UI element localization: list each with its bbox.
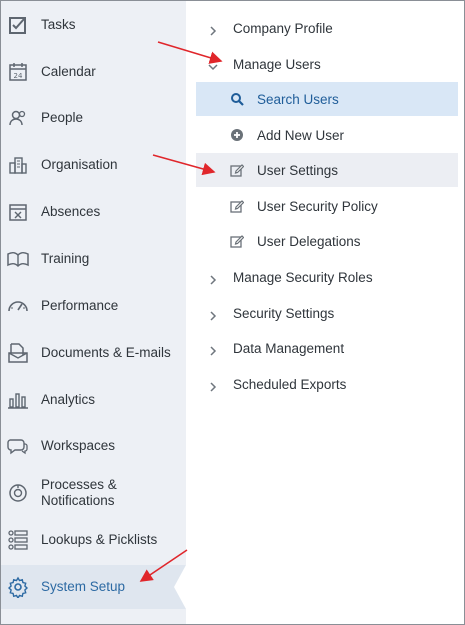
sidebar-item-analytics[interactable]: Analytics (1, 382, 186, 418)
processes-icon (6, 481, 30, 505)
submenu-add-new-user[interactable]: Add New User (196, 118, 458, 152)
people-icon (6, 106, 30, 130)
sidebar-item-calendar[interactable]: 24 Calendar (1, 54, 186, 90)
edit-icon (230, 234, 244, 248)
submenu-label: Add New User (257, 127, 345, 143)
sidebar-item-label: Performance (41, 298, 119, 313)
documents-icon (6, 341, 30, 365)
sidebar-item-training[interactable]: Training (1, 241, 186, 277)
submenu-user-security-policy[interactable]: User Security Policy (196, 189, 458, 223)
menu-label: Security Settings (233, 305, 335, 321)
sidebar-item-label: Documents & E-mails (41, 345, 171, 360)
submenu-label: User Settings (257, 162, 339, 178)
submenu-search-users[interactable]: Search Users (196, 82, 458, 116)
submenu-user-delegations[interactable]: User Delegations (196, 224, 458, 258)
menu-label: Manage Users (233, 56, 321, 72)
app-window: Tasks 24 Calendar People Organisation Ab… (0, 0, 465, 625)
chevron-right-icon (208, 379, 218, 392)
sidebar-item-label: Workspaces (41, 438, 116, 453)
gauge-icon (6, 294, 30, 318)
sidebar-item-label: Lookups & Picklists (41, 532, 158, 547)
chevron-down-icon (208, 59, 218, 71)
menu-label: Manage Security Roles (233, 269, 373, 285)
sidebar-item-organisation[interactable]: Organisation (1, 147, 186, 183)
bar-chart-icon (6, 388, 30, 412)
search-icon (230, 92, 244, 106)
edit-icon (230, 199, 244, 213)
submenu-label: User Delegations (257, 233, 361, 249)
organisation-icon (6, 153, 30, 177)
menu-data-management[interactable]: Data Management (196, 331, 458, 365)
submenu-label: Search Users (257, 91, 339, 107)
submenu-user-settings[interactable]: User Settings (196, 153, 458, 187)
sidebar-item-system-setup[interactable]: System Setup (1, 565, 186, 609)
sidebar-item-label: System Setup (41, 579, 126, 594)
sidebar-item-lookups[interactable]: Lookups & Picklists (1, 522, 186, 558)
sidebar-item-label: Calendar (41, 64, 96, 79)
menu-scheduled-exports[interactable]: Scheduled Exports (196, 367, 458, 401)
checkbox-icon (6, 13, 30, 37)
edit-icon (230, 163, 244, 177)
sidebar-item-processes[interactable]: Processes & Notifications (1, 473, 186, 513)
sidebar-item-documents[interactable]: Documents & E-mails (1, 335, 186, 371)
sidebar-item-label: Absences (41, 204, 101, 219)
chevron-right-icon (208, 343, 218, 356)
menu-manage-security-roles[interactable]: Manage Security Roles (196, 260, 458, 294)
sidebar-item-performance[interactable]: Performance (1, 288, 186, 324)
sidebar-item-absences[interactable]: Absences (1, 194, 186, 230)
sidebar-item-tasks[interactable]: Tasks (1, 7, 186, 43)
add-circle-icon (230, 128, 244, 142)
sidebar-item-label: Analytics (41, 392, 96, 407)
active-indicator (174, 565, 186, 609)
sidebar-item-label: Training (41, 251, 90, 266)
menu-company-profile[interactable]: Company Profile (196, 11, 458, 45)
svg-text:24: 24 (14, 72, 23, 80)
menu-label: Scheduled Exports (233, 376, 347, 392)
sidebar-nav: Tasks 24 Calendar People Organisation Ab… (1, 1, 186, 624)
chevron-right-icon (208, 272, 218, 285)
chevron-right-icon (208, 308, 218, 321)
chevron-right-icon (208, 23, 218, 36)
gear-icon (6, 575, 30, 599)
menu-security-settings[interactable]: Security Settings (196, 296, 458, 330)
book-icon (6, 247, 30, 271)
sidebar-item-label: Organisation (41, 157, 118, 172)
sidebar-item-label: Processes & (41, 477, 117, 492)
chat-icon (6, 434, 30, 458)
sidebar-item-label: Tasks (41, 17, 76, 32)
menu-manage-users[interactable]: Manage Users (196, 47, 458, 81)
absences-icon (6, 200, 30, 224)
sidebar-item-label: People (41, 110, 84, 125)
list-icon (6, 528, 30, 552)
calendar-icon: 24 (6, 60, 30, 84)
sidebar-item-workspaces[interactable]: Workspaces (1, 428, 186, 464)
sidebar-item-label-line2: Notifications (41, 493, 115, 508)
menu-label: Data Management (233, 340, 345, 356)
menu-label: Company Profile (233, 20, 333, 36)
sidebar-item-people[interactable]: People (1, 100, 186, 136)
submenu-label: User Security Policy (257, 198, 378, 214)
